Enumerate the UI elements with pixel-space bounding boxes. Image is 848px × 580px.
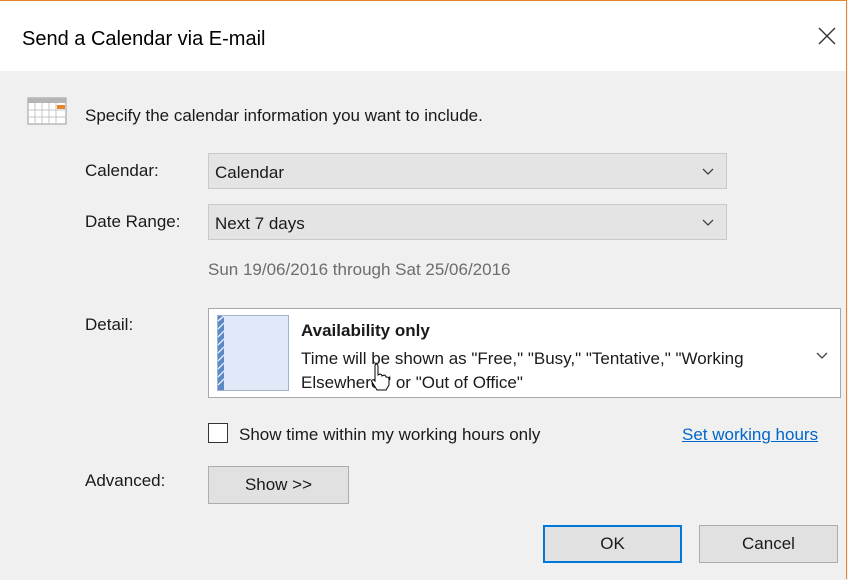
intro-text: Specify the calendar information you wan… xyxy=(85,106,483,125)
calendar-select-value: Calendar xyxy=(215,163,284,182)
date-range-select-value: Next 7 days xyxy=(215,214,305,233)
date-range-label: Date Range: xyxy=(85,212,181,231)
send-calendar-dialog: Send a Calendar via E-mail Specify the c… xyxy=(0,0,847,579)
title-bar: Send a Calendar via E-mail xyxy=(0,1,846,71)
calendar-select[interactable]: Calendar xyxy=(208,153,727,189)
calendar-icon xyxy=(27,97,67,130)
working-hours-checkbox[interactable] xyxy=(208,423,228,443)
advanced-label: Advanced: xyxy=(85,471,166,490)
ok-button[interactable]: OK xyxy=(543,525,682,563)
dialog-title: Send a Calendar via E-mail xyxy=(22,28,266,50)
working-hours-checkbox-label[interactable]: Show time within my working hours only xyxy=(239,425,540,445)
detail-title: Availability only xyxy=(301,321,430,340)
close-icon[interactable] xyxy=(812,21,842,51)
show-advanced-button[interactable]: Show >> xyxy=(208,466,349,504)
calendar-label: Calendar: xyxy=(85,161,159,180)
hand-cursor-icon xyxy=(370,363,390,396)
cancel-button[interactable]: Cancel xyxy=(699,525,838,563)
chevron-down-icon xyxy=(814,347,830,363)
chevron-down-icon xyxy=(700,214,716,230)
availability-preview-icon xyxy=(217,315,289,396)
detail-select[interactable]: Availability only Time will be shown as … xyxy=(208,308,841,398)
date-range-text: Sun 19/06/2016 through Sat 25/06/2016 xyxy=(208,260,511,279)
detail-label: Detail: xyxy=(85,315,134,334)
chevron-down-icon xyxy=(700,163,716,179)
set-working-hours-link[interactable]: Set working hours xyxy=(682,425,818,445)
date-range-select[interactable]: Next 7 days xyxy=(208,204,727,240)
